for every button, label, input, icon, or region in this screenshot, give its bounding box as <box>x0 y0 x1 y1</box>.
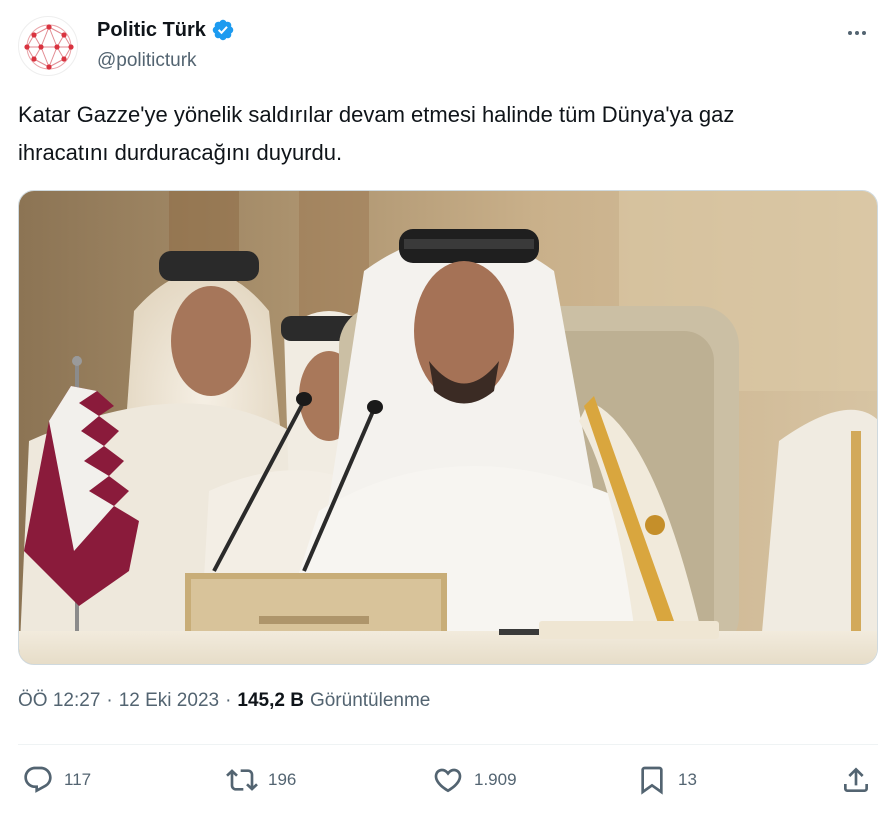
tweet-text-line: ihracatını durduracağını duyurdu. <box>18 140 343 165</box>
verified-badge-icon <box>211 18 235 42</box>
like-button[interactable]: 1.909 <box>432 760 517 800</box>
bookmark-button[interactable]: 13 <box>636 760 697 800</box>
network-globe-logo <box>24 24 74 70</box>
heart-icon <box>432 764 464 796</box>
retweet-count: 196 <box>268 770 297 789</box>
more-icon[interactable] <box>842 18 872 48</box>
photo-illustration <box>19 191 877 664</box>
tweet-time[interactable]: ÖÖ 12:27 <box>18 690 100 712</box>
like-count: 1.909 <box>474 770 517 789</box>
reply-icon <box>22 764 54 796</box>
tweet-text-line: Katar Gazze'ye yönelik saldırılar devam … <box>18 102 735 127</box>
reply-count: 117 <box>64 770 92 789</box>
meta-separator: · <box>225 690 232 711</box>
tweet-text: Katar Gazze'ye yönelik saldırılar devam … <box>18 96 878 172</box>
tweet-photo[interactable] <box>18 190 878 665</box>
retweet-icon <box>226 764 258 796</box>
tweet-meta: ÖÖ 12:27 · 12 Eki 2023 · 145,2 B Görüntü… <box>18 690 430 712</box>
account-handle[interactable]: @politicturk <box>97 50 197 72</box>
tweet-date[interactable]: 12 Eki 2023 <box>119 690 219 712</box>
share-button[interactable] <box>840 760 872 800</box>
account-name[interactable]: Politic Türk <box>97 19 206 42</box>
view-label: Görüntülenme <box>309 690 431 711</box>
reply-button[interactable]: 117 <box>22 760 91 800</box>
name-row: Politic Türk <box>97 18 235 42</box>
divider <box>18 744 878 745</box>
avatar[interactable] <box>18 16 78 76</box>
meta-separator: · <box>106 690 113 711</box>
view-count: 145,2 B <box>237 690 304 711</box>
bookmark-count: 13 <box>678 770 697 789</box>
share-icon <box>840 764 872 796</box>
action-bar: 117 196 1.909 13 <box>18 760 878 800</box>
retweet-button[interactable]: 196 <box>226 760 296 800</box>
tweet-header: Politic Türk @politicturk <box>18 14 878 78</box>
bookmark-icon <box>636 764 668 796</box>
